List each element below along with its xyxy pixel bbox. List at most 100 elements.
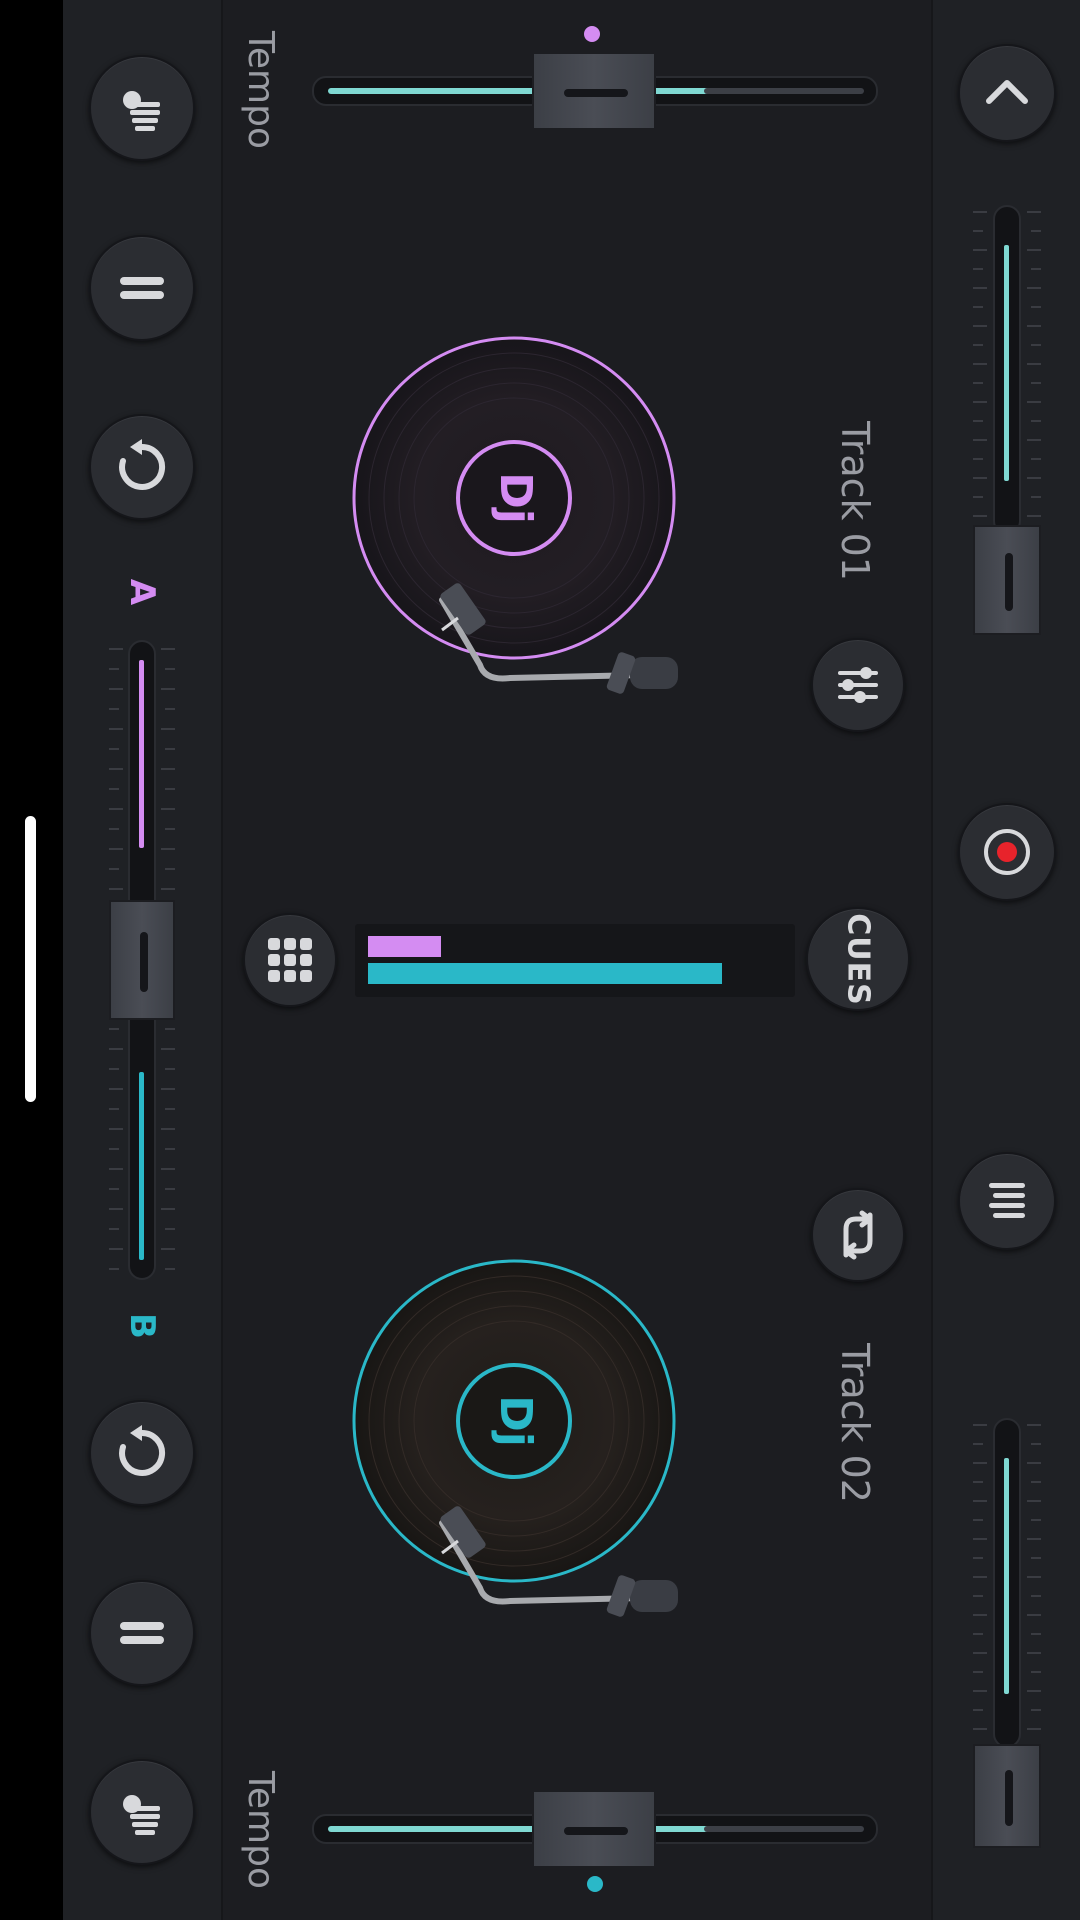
- crossfader[interactable]: [109, 640, 175, 1280]
- deck-a-volume-fill: [1004, 245, 1009, 481]
- slider-tick: [161, 1088, 175, 1090]
- deck-a-tempo-label: Tempo: [240, 31, 281, 149]
- pause-icon: [120, 1622, 164, 1644]
- slider-tick: [161, 1248, 175, 1250]
- navigation-handle[interactable]: [25, 816, 36, 1102]
- pads-button[interactable]: [243, 913, 337, 1007]
- slider-tick: [161, 1208, 175, 1210]
- deck-a-tempo-slider[interactable]: [312, 52, 878, 130]
- chevron-up-icon: [986, 80, 1028, 104]
- deck-a-volume-slider[interactable]: [973, 205, 1041, 635]
- deck-a-disc-label: Dj: [490, 472, 541, 524]
- slider-tick: [109, 1228, 119, 1230]
- slider-tick: [973, 1595, 983, 1597]
- slider-tick: [165, 1068, 175, 1070]
- slider-tick: [109, 728, 123, 730]
- slider-tick: [165, 868, 175, 870]
- slider-tick: [109, 888, 123, 890]
- reverse-icon: [119, 439, 166, 490]
- slider-tick: [1031, 230, 1041, 232]
- slider-tick: [973, 1424, 987, 1426]
- equalizer-icon: [838, 667, 878, 703]
- deck-b-volume-fill: [1004, 1458, 1009, 1694]
- grid-icon: [268, 938, 312, 982]
- slider-tick: [973, 1576, 987, 1578]
- slider-tick: [109, 768, 123, 770]
- slider-tick: [1027, 1728, 1041, 1730]
- slider-tick: [109, 688, 123, 690]
- cues-button[interactable]: CUES: [806, 907, 910, 1011]
- deck-b-pause-button[interactable]: [89, 1580, 195, 1686]
- collapse-button[interactable]: [958, 44, 1056, 142]
- deck-b-volume-slider[interactable]: [973, 1418, 1041, 1848]
- deck-a-volume-knob[interactable]: [973, 525, 1041, 635]
- slider-tick: [1027, 1652, 1041, 1654]
- deck-b-volume-knob[interactable]: [973, 1744, 1041, 1848]
- slider-tick: [109, 708, 119, 710]
- slider-tick: [973, 268, 983, 270]
- slider-tick: [165, 668, 175, 670]
- deck-b-tap-tempo-button[interactable]: [89, 1759, 195, 1865]
- slider-tick: [161, 1128, 175, 1130]
- slider-tick: [1027, 1462, 1041, 1464]
- slider-tick: [109, 1068, 119, 1070]
- level-meter: [355, 924, 795, 997]
- slider-tick: [973, 1652, 987, 1654]
- slider-tick: [973, 230, 983, 232]
- deck-b-sync-button[interactable]: [811, 1188, 905, 1282]
- slider-tick: [973, 363, 987, 365]
- deck-b-turntable[interactable]: Dj: [350, 1258, 680, 1618]
- slider-tick: [109, 1148, 119, 1150]
- slider-tick: [1031, 1443, 1041, 1445]
- deck-a-tempo-knob[interactable]: [532, 52, 656, 130]
- crossfader-label-a: A: [122, 578, 162, 606]
- slider-tick: [973, 458, 983, 460]
- deck-a-eq-button[interactable]: [811, 638, 905, 732]
- slider-tick: [1027, 249, 1041, 251]
- slider-tick: [973, 249, 987, 251]
- slider-tick: [1031, 1519, 1041, 1521]
- crossfader-fill-b: [139, 1072, 144, 1260]
- deck-a-tap-tempo-button[interactable]: [89, 55, 195, 161]
- slider-tick: [1031, 420, 1041, 422]
- slider-tick: [165, 1188, 175, 1190]
- slider-tick: [973, 344, 983, 346]
- slider-tick: [161, 848, 175, 850]
- deck-a-pause-button[interactable]: [89, 235, 195, 341]
- deck-b-tempo-indicator: [587, 1876, 603, 1892]
- slider-tick: [973, 439, 987, 441]
- slider-tick: [161, 768, 175, 770]
- slider-tick: [1027, 325, 1041, 327]
- deck-b-track-label: Track 02: [833, 1343, 877, 1503]
- slider-tick: [109, 868, 119, 870]
- slider-tick: [1027, 1576, 1041, 1578]
- slider-tick: [109, 1128, 123, 1130]
- slider-tick: [161, 808, 175, 810]
- deck-a-turntable[interactable]: Dj: [350, 335, 680, 695]
- deck-b-tempo-knob[interactable]: [532, 1790, 656, 1868]
- deck-a-reverse-button[interactable]: [89, 414, 195, 520]
- slider-tick: [165, 1228, 175, 1230]
- crossfader-fill-a: [139, 660, 144, 848]
- slider-tick: [1031, 1481, 1041, 1483]
- slider-tick: [165, 828, 175, 830]
- deck-b-tempo-label: Tempo: [240, 1771, 281, 1889]
- deck-b-tempo-slider[interactable]: [312, 1790, 878, 1868]
- menu-icon: [989, 1183, 1025, 1218]
- slider-tick: [165, 1148, 175, 1150]
- slider-tick: [109, 788, 119, 790]
- slider-tick: [109, 1168, 123, 1170]
- deck-b-reverse-button[interactable]: [89, 1400, 195, 1506]
- slider-tick: [109, 808, 123, 810]
- crossfader-knob[interactable]: [109, 900, 175, 1020]
- record-button[interactable]: [958, 803, 1056, 901]
- slider-tick: [1027, 401, 1041, 403]
- slider-tick: [973, 1519, 983, 1521]
- slider-tick: [1027, 1690, 1041, 1692]
- slider-tick: [161, 688, 175, 690]
- slider-tick: [973, 382, 983, 384]
- menu-button[interactable]: [958, 1152, 1056, 1250]
- tap-tempo-icon: [123, 91, 160, 131]
- slider-tick: [973, 1462, 987, 1464]
- deck-b-disc-label: Dj: [490, 1395, 541, 1447]
